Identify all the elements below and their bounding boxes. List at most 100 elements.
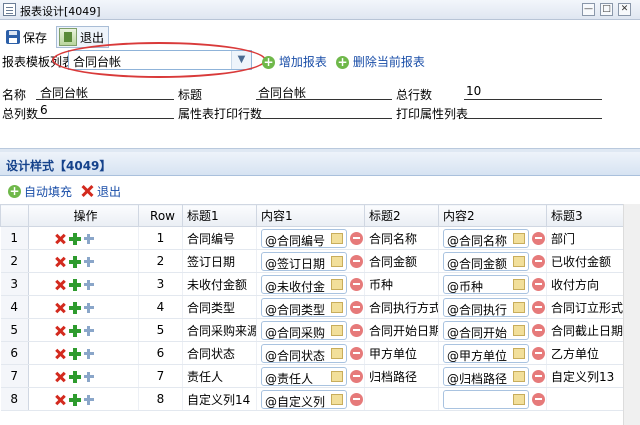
remove-circle-icon[interactable]: [532, 323, 545, 337]
delete-row-icon[interactable]: [55, 279, 67, 291]
title-field[interactable]: 合同台帐: [256, 84, 392, 100]
title2-cell[interactable]: [364, 387, 439, 411]
content1-field[interactable]: @自定义列: [261, 389, 347, 409]
edit-pencil-icon[interactable]: [513, 301, 525, 313]
remove-circle-icon[interactable]: [350, 277, 363, 291]
col-header-ops[interactable]: 操作: [28, 204, 139, 227]
table-row[interactable]: 4 4 合同类型 @合同类型 合同执行方式 @合同执行 合同订立形式: [0, 295, 640, 319]
move-row-icon[interactable]: [83, 233, 95, 245]
move-row-icon[interactable]: [83, 302, 95, 314]
content1-field[interactable]: @责任人: [261, 366, 347, 386]
delete-row-icon[interactable]: [55, 256, 67, 268]
insert-row-icon[interactable]: [69, 278, 81, 291]
autofill-button[interactable]: + 自动填充: [8, 182, 72, 200]
delete-row-icon[interactable]: [55, 371, 67, 383]
title1-cell[interactable]: 签订日期: [182, 249, 257, 273]
content2-field[interactable]: @归档路径: [443, 366, 529, 386]
move-row-icon[interactable]: [83, 394, 95, 406]
content2-field[interactable]: @币种: [443, 274, 529, 294]
table-row[interactable]: 3 3 未收付金额 @未收付金 币种 @币种 收付方向: [0, 272, 640, 296]
design-exit-button[interactable]: 退出: [80, 182, 121, 200]
add-report-button[interactable]: + 增加报表: [262, 53, 327, 70]
remove-circle-icon[interactable]: [532, 392, 545, 406]
move-row-icon[interactable]: [83, 256, 95, 268]
edit-pencil-icon[interactable]: [331, 347, 343, 359]
minimize-button[interactable]: —: [582, 3, 595, 16]
edit-pencil-icon[interactable]: [513, 370, 525, 382]
name-field[interactable]: 合同台帐: [36, 84, 174, 100]
title1-cell[interactable]: 责任人: [182, 364, 257, 388]
col-header-title2[interactable]: 标题2: [364, 204, 439, 227]
content1-field[interactable]: @合同类型: [261, 297, 347, 317]
edit-pencil-icon[interactable]: [331, 324, 343, 336]
remove-circle-icon[interactable]: [532, 254, 545, 268]
prop-print-rows-field[interactable]: [256, 103, 392, 119]
print-prop-list-field[interactable]: [464, 103, 602, 119]
content2-field[interactable]: @甲方单位: [443, 343, 529, 363]
delete-row-icon[interactable]: [55, 325, 67, 337]
close-button[interactable]: ✕: [618, 3, 631, 16]
title2-cell[interactable]: 甲方单位: [364, 341, 439, 365]
content1-field[interactable]: @合同状态: [261, 343, 347, 363]
edit-pencil-icon[interactable]: [331, 278, 343, 290]
remove-circle-icon[interactable]: [350, 254, 363, 268]
col-header-content2[interactable]: 内容2: [438, 204, 547, 227]
title1-cell[interactable]: 合同状态: [182, 341, 257, 365]
col-header-title1[interactable]: 标题1: [182, 204, 257, 227]
edit-pencil-icon[interactable]: [513, 393, 525, 405]
content1-field[interactable]: @合同编号: [261, 228, 347, 248]
edit-pencil-icon[interactable]: [513, 255, 525, 267]
remove-circle-icon[interactable]: [350, 300, 363, 314]
vertical-scrollbar[interactable]: [623, 204, 640, 425]
move-row-icon[interactable]: [83, 279, 95, 291]
total-cols-field[interactable]: 6: [36, 103, 174, 119]
edit-pencil-icon[interactable]: [513, 347, 525, 359]
title2-cell[interactable]: 合同金额: [364, 249, 439, 273]
title1-cell[interactable]: 自定义列14: [182, 387, 257, 411]
remove-circle-icon[interactable]: [350, 231, 363, 245]
edit-pencil-icon[interactable]: [331, 232, 343, 244]
table-row[interactable]: 2 2 签订日期 @签订日期 合同金额 @合同金额 已收付金额: [0, 249, 640, 273]
maximize-button[interactable]: □: [600, 3, 613, 16]
table-row[interactable]: 1 1 合同编号 @合同编号 合同名称 @合同名称 部门: [0, 226, 640, 250]
content1-field[interactable]: @签订日期: [261, 251, 347, 271]
remove-circle-icon[interactable]: [350, 346, 363, 360]
col-header-content1[interactable]: 内容1: [256, 204, 365, 227]
table-row[interactable]: 7 7 责任人 @责任人 归档路径 @归档路径 自定义列13: [0, 364, 640, 388]
move-row-icon[interactable]: [83, 371, 95, 383]
title2-cell[interactable]: 合同名称: [364, 226, 439, 250]
edit-pencil-icon[interactable]: [513, 232, 525, 244]
title2-cell[interactable]: 合同执行方式: [364, 295, 439, 319]
remove-circle-icon[interactable]: [350, 392, 363, 406]
edit-pencil-icon[interactable]: [513, 324, 525, 336]
save-button[interactable]: 保存: [6, 26, 47, 48]
delete-report-button[interactable]: + 删除当前报表: [336, 53, 425, 70]
content1-field[interactable]: @未收付金: [261, 274, 347, 294]
content2-field[interactable]: [443, 389, 529, 409]
title1-cell[interactable]: 合同采购来源: [182, 318, 257, 342]
title1-cell[interactable]: 未收付金额: [182, 272, 257, 296]
edit-pencil-icon[interactable]: [331, 255, 343, 267]
insert-row-icon[interactable]: [69, 255, 81, 268]
edit-pencil-icon[interactable]: [331, 393, 343, 405]
delete-row-icon[interactable]: [55, 394, 67, 406]
delete-row-icon[interactable]: [55, 233, 67, 245]
delete-row-icon[interactable]: [55, 348, 67, 360]
edit-pencil-icon[interactable]: [331, 301, 343, 313]
table-row[interactable]: 5 5 合同采购来源 @合同采购 合同开始日期 @合同开始 合同截止日期: [0, 318, 640, 342]
edit-pencil-icon[interactable]: [331, 370, 343, 382]
insert-row-icon[interactable]: [69, 324, 81, 337]
content2-field[interactable]: @合同金额: [443, 251, 529, 271]
insert-row-icon[interactable]: [69, 301, 81, 314]
col-header-row[interactable]: Row: [138, 204, 183, 227]
title1-cell[interactable]: 合同类型: [182, 295, 257, 319]
insert-row-icon[interactable]: [69, 347, 81, 360]
insert-row-icon[interactable]: [69, 232, 81, 245]
remove-circle-icon[interactable]: [350, 323, 363, 337]
title1-cell[interactable]: 合同编号: [182, 226, 257, 250]
remove-circle-icon[interactable]: [532, 346, 545, 360]
total-rows-field[interactable]: 10: [464, 84, 602, 100]
title2-cell[interactable]: 合同开始日期: [364, 318, 439, 342]
title2-cell[interactable]: 币种: [364, 272, 439, 296]
remove-circle-icon[interactable]: [532, 300, 545, 314]
